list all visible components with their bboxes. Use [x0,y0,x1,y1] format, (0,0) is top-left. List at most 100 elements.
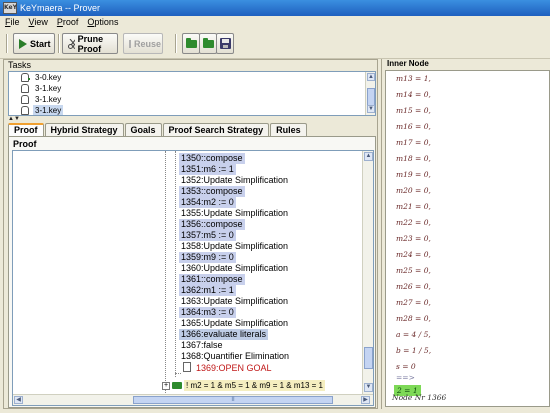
sequent-arrow: ==> [396,373,415,382]
sequent-line: m25 = 0, [396,266,431,275]
open-recent-button[interactable] [199,33,217,54]
scroll-up-arrow-icon[interactable]: ▲ [364,152,373,161]
proof-label: Proof [13,139,37,149]
task-item[interactable]: 3-0.key [21,72,63,83]
toolbar-separator [6,34,8,53]
title-bar: KeY KeYmaera -- Prover [0,0,550,16]
menu-options[interactable]: Options [82,16,122,29]
sequent-line: m26 = 0, [396,282,431,291]
sequent-line: m18 = 0, [396,154,431,163]
branch-node[interactable]: + ! m2 = 1 & m5 = 1 & m9 = 1 & m13 = 1 [162,380,325,391]
scroll-thumb[interactable] [364,347,373,369]
open-recent-icon [202,37,214,48]
task-icon [21,73,30,82]
proof-node[interactable]: 1367:false [179,340,225,351]
tree-connector [175,373,181,374]
sequent-line: s = 0 [396,362,416,371]
open-folder-icon [185,37,197,48]
proof-node[interactable]: 1354:m2 := 0 [179,197,236,208]
scroll-thumb[interactable] [367,88,375,106]
branch-folder-icon [172,382,182,389]
sequent-view[interactable]: m13 = 1, m14 = 0, m15 = 0, m16 = 0, m17 … [385,70,550,407]
menu-file[interactable]: File [0,16,24,29]
inner-node-label: Inner Node [387,59,429,68]
toolbar: Start Prune Proof Reuse [0,29,550,59]
proof-node[interactable]: 1356::compose [179,219,245,230]
splitter-arrows-icon[interactable]: ▲▼ [8,116,20,122]
play-icon [19,38,27,49]
reuse-button[interactable]: Reuse [123,33,163,54]
proof-panel: Proof 1350::compose 1351:m6 := 1 1352:Up… [8,136,376,408]
proof-tree-horizontal-scrollbar[interactable]: ◀ II ▶ [13,394,373,405]
tab-proof-search-strategy[interactable]: Proof Search Strategy [162,123,270,136]
sequent-line: a = 4 / 5, [396,330,431,339]
proof-node[interactable]: 1350::compose [179,153,245,164]
proof-node[interactable]: 1359:m9 := 0 [179,252,236,263]
proof-node[interactable]: 1351:m6 := 1 [179,164,236,175]
sequent-line: b = 1 / 5, [396,346,432,355]
task-item[interactable]: 3-1.key [21,94,63,105]
save-icon [219,38,231,49]
task-item[interactable]: 3-1.key [21,83,63,94]
scroll-thumb[interactable]: II [133,396,333,404]
tasks-scrollbar[interactable]: ▲ ▼ [365,72,375,115]
proof-tree-vertical-scrollbar[interactable]: ▲ ▼ [362,151,373,395]
menu-proof[interactable]: Proof [52,16,83,29]
open-goal-node[interactable]: 1369:OPEN GOAL [183,362,274,373]
proof-node[interactable]: 1360:Update Simplification [179,263,290,274]
sequent-line: m15 = 0, [396,106,431,115]
scroll-up-arrow-icon[interactable]: ▲ [367,73,375,81]
proof-node[interactable]: 1357:m5 := 0 [179,230,236,241]
sequent-line: m14 = 0, [396,90,431,99]
expand-plus-icon[interactable]: + [162,381,170,390]
sequent-line: m24 = 0, [396,250,431,259]
scroll-down-arrow-icon[interactable]: ▼ [367,105,375,113]
keymaera-app-icon: KeY [3,2,17,14]
open-folder-button[interactable] [182,33,200,54]
proof-node[interactable]: 1365:Update Simplification [179,318,290,329]
inner-node-panel: Inner Node m13 = 1, m14 = 0, m15 = 0, m1… [381,59,550,409]
scroll-right-arrow-icon[interactable]: ▶ [361,396,370,404]
save-button[interactable] [216,33,234,54]
main-left-panel: Tasks 3-0.key 3-1.key 3-1.key 3-1.key ▲ … [3,59,378,409]
proof-node[interactable]: 1358:Update Simplification [179,241,290,252]
tree-guide-line [175,151,176,377]
scroll-left-arrow-icon[interactable]: ◀ [14,396,23,404]
sequent-line: m27 = 0, [396,298,431,307]
proof-node[interactable]: 1353::compose [179,186,245,197]
toolbar-separator [175,34,177,53]
task-icon [21,95,29,104]
menu-view[interactable]: View [24,16,52,29]
task-item-selected[interactable]: 3-1.key [21,105,64,115]
scroll-down-arrow-icon[interactable]: ▼ [364,383,373,392]
proof-node[interactable]: 1364:m3 := 0 [179,307,236,318]
proof-node-selected[interactable]: 1366:evaluate literals [179,329,269,340]
start-button[interactable]: Start [13,33,55,54]
tab-bar: Proof Hybrid Strategy Goals Proof Search… [8,123,308,136]
tasks-list: 3-0.key 3-1.key 3-1.key 3-1.key ▲ ▼ [8,71,376,116]
tab-proof[interactable]: Proof [8,123,44,136]
scissors-icon [68,38,75,49]
proof-node[interactable]: 1362:m1 := 1 [179,285,236,296]
document-icon [183,362,191,372]
sequent-line: m13 = 1, [396,74,431,83]
proof-node[interactable]: 1361::compose [179,274,245,285]
proof-node[interactable]: 1352:Update Simplification [179,175,290,186]
menu-bar: File View Proof Options [0,16,550,29]
prune-proof-button[interactable]: Prune Proof [62,33,118,54]
tab-hybrid-strategy[interactable]: Hybrid Strategy [44,123,124,136]
tab-rules[interactable]: Rules [270,123,307,136]
task-icon [21,106,29,115]
sequent-line: m19 = 0, [396,170,431,179]
proof-node[interactable]: 1363:Update Simplification [179,296,290,307]
sequent-line: m28 = 0, [396,314,431,323]
sequent-line: m17 = 0, [396,138,431,147]
tree-guide-line [165,151,166,395]
sequent-line: m16 = 0, [396,122,431,131]
proof-tree[interactable]: 1350::compose 1351:m6 := 1 1352:Update S… [12,150,374,406]
sequent-line: m20 = 0, [396,186,431,195]
reuse-icon [129,39,131,48]
proof-node[interactable]: 1355:Update Simplification [179,208,290,219]
tab-goals[interactable]: Goals [124,123,162,136]
proof-node[interactable]: 1368:Quantifier Elimination [179,351,291,362]
